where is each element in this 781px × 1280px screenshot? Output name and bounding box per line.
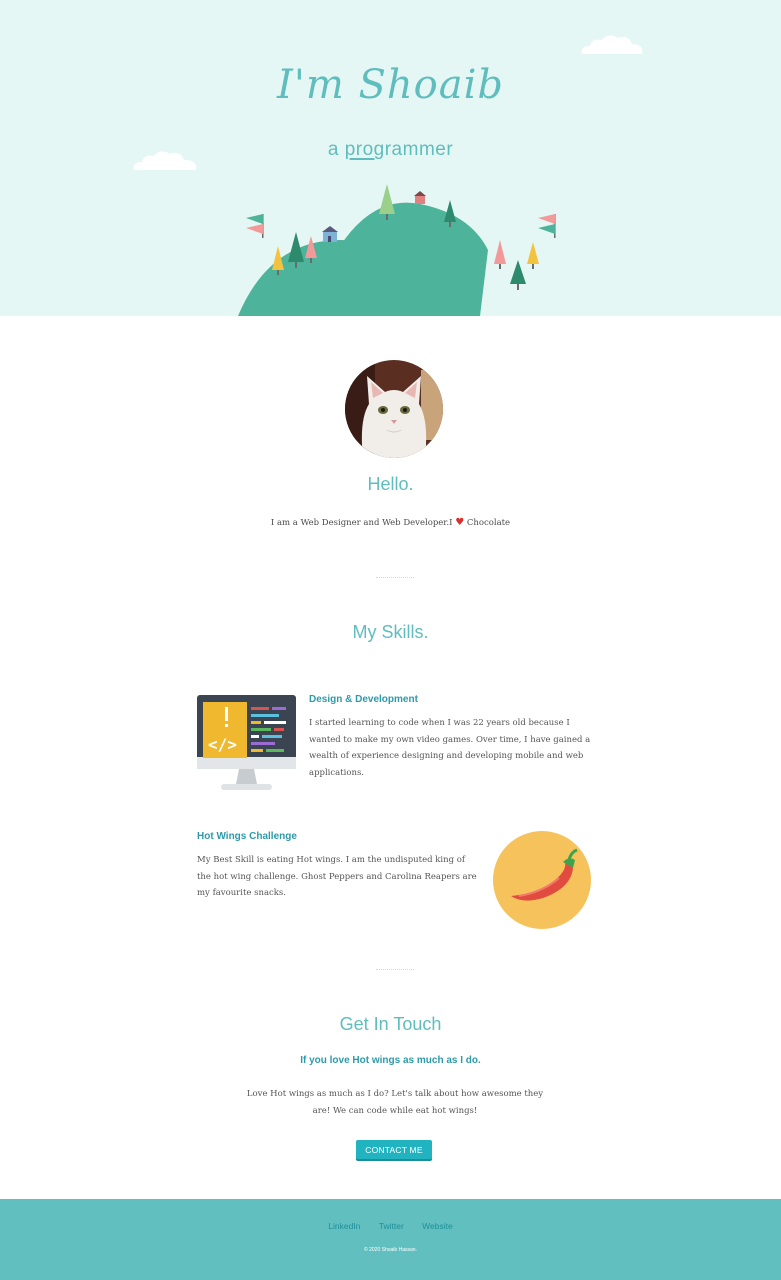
subtitle-prefix: a <box>327 139 345 160</box>
skill-text-hotwings: My Best Skill is eating Hot wings. I am … <box>197 855 477 898</box>
contact-text: Love Hot wings as much as I do? Let's ta… <box>246 1089 544 1116</box>
hero-title: I'm Shoaib <box>277 62 504 108</box>
about-text: I am a Web Designer and Web Developer.I … <box>0 517 781 528</box>
subtitle-underlined: prog <box>344 139 385 160</box>
section-divider <box>376 577 414 578</box>
flag-icon <box>538 214 556 238</box>
hero-section: I'm Shoaib a programmer <box>0 0 781 316</box>
house-icon <box>322 226 338 242</box>
footer-link-linkedin[interactable]: LinkedIn <box>328 1221 360 1231</box>
contact-subheading: If you love Hot wings as much as I do. <box>300 1055 481 1066</box>
flag-icon <box>246 214 264 238</box>
cloud-icon <box>581 35 643 54</box>
contact-me-button[interactable]: CONTACT ME <box>356 1140 432 1159</box>
skill-text-design: I started learning to code when I was 22… <box>309 718 591 778</box>
footer-link-twitter[interactable]: Twitter <box>379 1221 404 1231</box>
svg-text:</>: </> <box>208 735 237 754</box>
hero-subtitle: a programmer <box>0 139 781 161</box>
computer-code-icon: </> <box>197 695 296 790</box>
about-text-end: Chocolate <box>464 518 511 528</box>
cat-photo <box>345 360 443 458</box>
contact-heading: Get In Touch <box>339 1014 442 1034</box>
about-text-start: I am a Web Designer and Web Developer.I <box>270 518 456 528</box>
footer: LinkedIn Twitter Website © 2020 Shoaib H… <box>0 1199 781 1280</box>
footer-link-website[interactable]: Website <box>422 1221 453 1231</box>
footer-links: LinkedIn Twitter Website <box>0 1221 781 1231</box>
skill-title-design: Design & Development <box>309 694 418 705</box>
house-icon <box>414 191 426 204</box>
section-divider <box>376 969 414 970</box>
skill-title-hotwings: Hot Wings Challenge <box>197 831 297 842</box>
subtitle-suffix: rammer <box>384 139 454 160</box>
tree-icon <box>494 240 506 269</box>
hills-illustration <box>238 184 556 316</box>
tree-icon <box>527 242 539 269</box>
skills-heading: My Skills. <box>352 622 429 642</box>
copyright: © 2020 Shoaib Hassan. <box>364 1247 417 1253</box>
about-heading: Hello. <box>367 474 414 494</box>
chili-pepper-icon <box>493 831 591 929</box>
tree-icon <box>510 260 526 290</box>
heart-icon: ♥ <box>455 517 465 528</box>
avatar <box>345 360 443 458</box>
